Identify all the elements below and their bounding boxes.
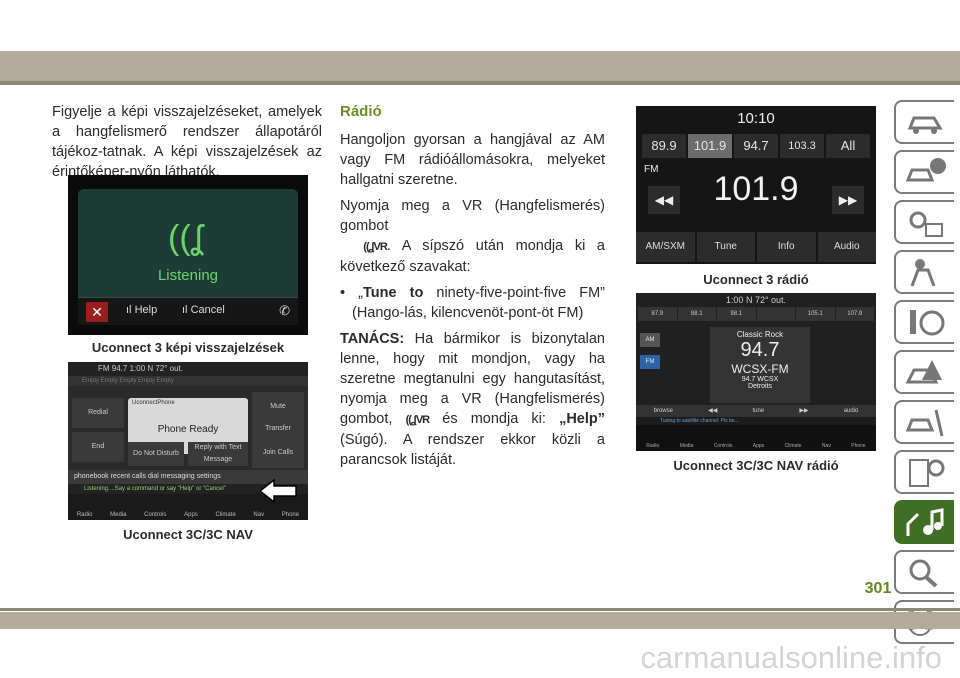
tab-safety-icon[interactable] bbox=[894, 250, 954, 294]
uconnect3-listening-screen: ((ʆ Listening ✕ ıl Help ıl Cancel ✆ bbox=[68, 175, 308, 335]
watermark: carmanualsonline.info bbox=[640, 640, 942, 675]
preset-3[interactable]: 94.7 bbox=[734, 134, 778, 158]
section-title: Rádió bbox=[340, 103, 382, 120]
vr-button-icon: ((ʆVR bbox=[405, 414, 431, 426]
vr-button-icon: ((ʆVR bbox=[363, 241, 388, 253]
top-band bbox=[0, 0, 960, 85]
tune-button[interactable]: Tune bbox=[696, 232, 755, 262]
chapter-tabs: ZEBA bbox=[888, 100, 960, 650]
info-button[interactable]: Info bbox=[757, 232, 816, 262]
station-info: Classic Rock 94.7 WCSX-FM 94.7 WCSX Detr… bbox=[710, 327, 810, 403]
bottom-band bbox=[0, 612, 960, 629]
seek-up-button[interactable]: ▶▶ bbox=[832, 186, 864, 214]
redial-button[interactable]: Redial bbox=[72, 398, 124, 428]
join-calls-button[interactable]: Join Calls bbox=[252, 438, 304, 468]
page-number: 301 bbox=[864, 580, 892, 597]
preset-2[interactable]: 101.9 bbox=[688, 134, 732, 158]
dnd-button[interactable]: Do Not Disturb bbox=[128, 442, 184, 466]
tab-search-icon[interactable] bbox=[894, 550, 954, 594]
tab-multimedia-icon[interactable] bbox=[894, 500, 954, 544]
preset-all[interactable]: All bbox=[826, 134, 870, 158]
tab-lights-icon[interactable] bbox=[894, 200, 954, 244]
help-button[interactable]: ıl Help bbox=[126, 304, 157, 316]
caption-4: Uconnect 3C/3C NAV rádió bbox=[673, 458, 839, 473]
tab-service-icon[interactable] bbox=[894, 400, 954, 444]
uconnect3c-phone-screen: FM 94.7 1:00 N 72° out. Empty Empty Empt… bbox=[68, 362, 308, 520]
tab-specs-icon[interactable] bbox=[894, 450, 954, 494]
uconnect3-radio-screen: 10:10 89.9 101.9 94.7 103.3 All FM ◀◀ 10… bbox=[636, 106, 876, 264]
arrow-icon bbox=[258, 478, 297, 504]
radio-section: Rádió Hangoljon gyorsan a hangjával az A… bbox=[340, 103, 605, 468]
preset-4[interactable]: 103.3 bbox=[780, 134, 824, 158]
audio-button[interactable]: Audio bbox=[817, 232, 876, 262]
caption-2: Uconnect 3C/3C NAV bbox=[123, 527, 253, 542]
bottom-nav: Radio Media Controls Apps Climate Nav Phone bbox=[636, 425, 876, 451]
cancel-button[interactable]: ıl Cancel bbox=[182, 304, 225, 316]
radio-controls[interactable]: browse ◀◀ tune ▶▶ audio bbox=[636, 405, 876, 417]
tab-warning-icon[interactable] bbox=[894, 150, 954, 194]
end-button[interactable]: End bbox=[72, 432, 124, 462]
listening-status: Listening bbox=[157, 267, 219, 284]
am-sxm-button[interactable]: AM/SXM bbox=[636, 232, 695, 262]
tab-car-icon[interactable] bbox=[894, 100, 954, 144]
preset-1[interactable]: 89.9 bbox=[642, 134, 686, 158]
am-button[interactable]: AM bbox=[640, 333, 660, 347]
intro-paragraph: Figyelje a képi visszajelzéseket, amelye… bbox=[52, 104, 322, 180]
frequency: 101.9 bbox=[713, 170, 799, 208]
caption-3: Uconnect 3 rádió bbox=[703, 272, 809, 287]
close-icon[interactable]: ✕ bbox=[86, 302, 108, 322]
phone-icon[interactable]: ✆ bbox=[279, 303, 290, 319]
fm-button[interactable]: FM bbox=[640, 355, 660, 369]
voice-icon: ((ʆ bbox=[168, 219, 203, 257]
uconnect3c-nav-radio-screen: 1:00 N 72° out. 87.9 88.1 98.1 105.1 107… bbox=[636, 293, 876, 451]
tab-driving-icon[interactable] bbox=[894, 300, 954, 344]
caption-1: Uconnect 3 képi visszajelzések bbox=[91, 340, 285, 355]
tab-emergency-icon[interactable] bbox=[894, 350, 954, 394]
reply-button[interactable]: Reply with Text Message bbox=[188, 442, 248, 466]
